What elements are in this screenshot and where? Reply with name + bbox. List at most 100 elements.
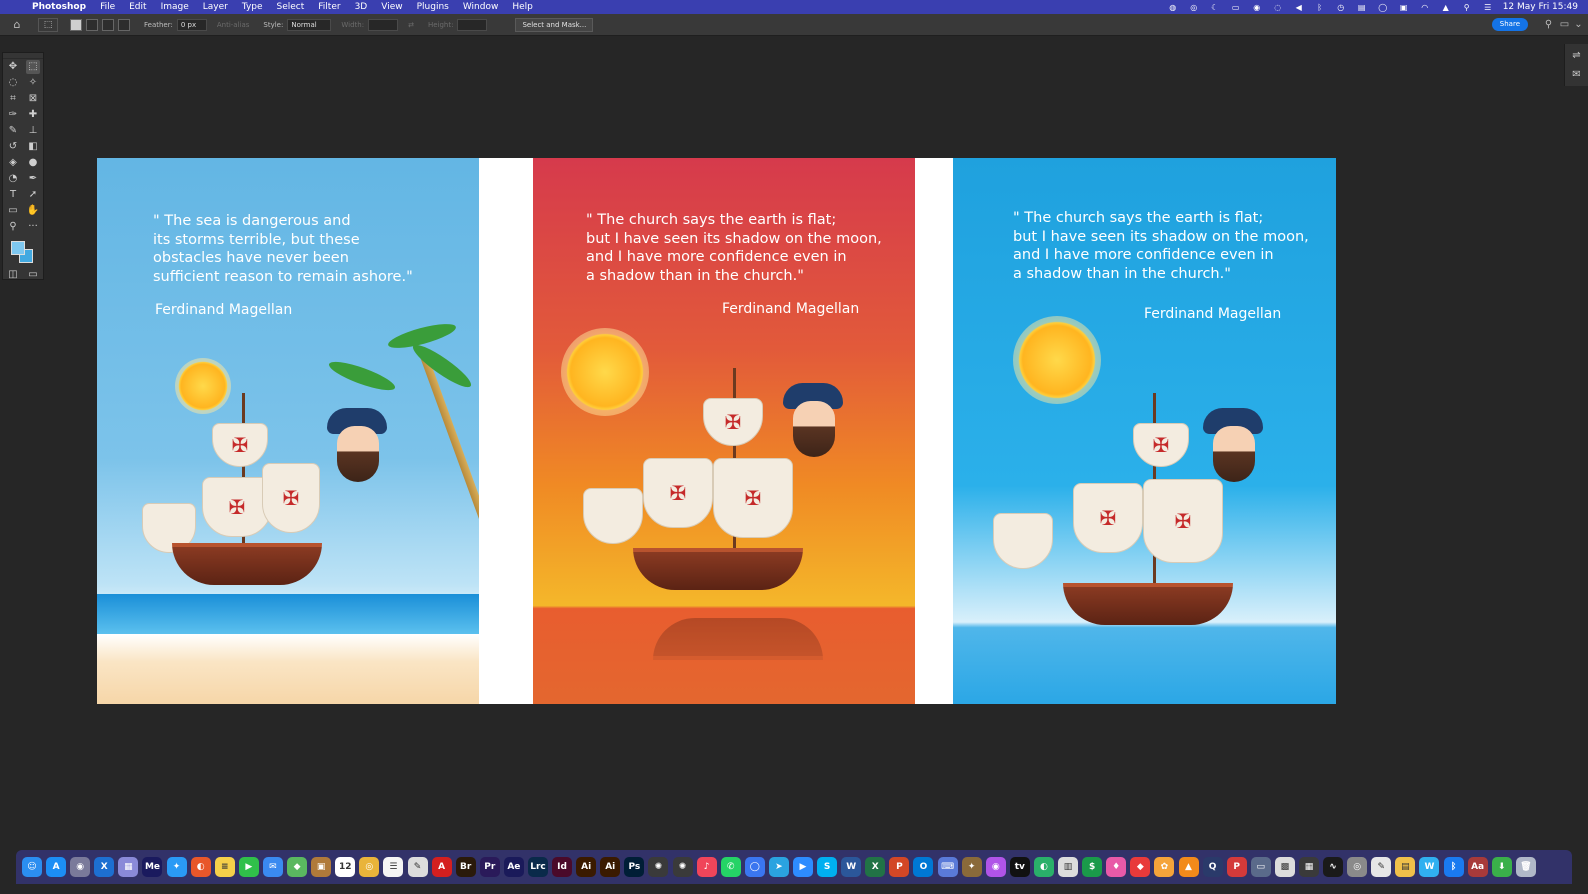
facetime-icon[interactable]: ▶ <box>238 857 259 877</box>
illustrator-icon[interactable]: Ai <box>576 857 597 877</box>
reminders-icon[interactable]: ☰ <box>383 857 404 877</box>
bridge-icon[interactable]: Br <box>455 857 476 877</box>
healing-brush-icon[interactable]: ✚ <box>26 108 40 122</box>
chrome-icon[interactable]: ◎ <box>359 857 380 877</box>
resolve-icon[interactable]: ✺ <box>672 857 693 877</box>
outlook-icon[interactable]: O <box>913 857 934 877</box>
word-icon[interactable]: W <box>841 857 862 877</box>
photos-icon[interactable]: ✿ <box>1154 857 1175 877</box>
comments-icon[interactable]: ✉ <box>1570 68 1584 82</box>
calculator-icon[interactable]: ▦ <box>1298 857 1319 877</box>
whatsapp-icon[interactable]: ✆ <box>720 857 741 877</box>
foreground-color-swatch[interactable] <box>11 241 25 255</box>
menu-type[interactable]: Type <box>242 2 263 12</box>
xcode-icon[interactable]: X <box>94 857 115 877</box>
proxyman-icon[interactable]: Q <box>1202 857 1223 877</box>
preview-icon[interactable]: ✎ <box>407 857 428 877</box>
bear-icon[interactable]: ▣ <box>311 857 332 877</box>
control-center-icon[interactable]: ☰ <box>1482 3 1494 12</box>
night-mode-icon[interactable]: ☾ <box>1209 3 1221 12</box>
paint-bucket-icon[interactable]: ◈ <box>6 156 20 170</box>
lasso-icon[interactable]: ◌ <box>6 76 20 90</box>
mail-icon[interactable]: ✉ <box>262 857 283 877</box>
powerpoint-icon[interactable]: P <box>889 857 910 877</box>
chess-icon[interactable]: ▩ <box>1274 857 1295 877</box>
marquee-tool-preset-icon[interactable]: ⬚ <box>38 17 58 32</box>
money-icon[interactable]: $ <box>1082 857 1103 877</box>
dodge-icon[interactable]: ◔ <box>6 172 20 186</box>
signal-icon[interactable]: ◯ <box>744 857 765 877</box>
podcasts-icon[interactable]: ◉ <box>985 857 1006 877</box>
vlc-icon[interactable]: ▲ <box>1178 857 1199 877</box>
menu-image[interactable]: Image <box>161 2 189 12</box>
bluetooth-status-icon[interactable]: ᛒ <box>1314 3 1326 12</box>
frame-icon[interactable]: ⊠ <box>26 92 40 106</box>
workspace-icon[interactable]: ▭ <box>1559 19 1570 30</box>
airplay-icon[interactable]: ▲ <box>1440 3 1452 12</box>
document-canvas[interactable]: " The sea is dangerous and its storms te… <box>97 158 1336 704</box>
history-brush-icon[interactable]: ↺ <box>6 140 20 154</box>
script-editor-icon[interactable]: ✎ <box>1371 857 1392 877</box>
time-machine-icon[interactable]: ◷ <box>1335 3 1347 12</box>
creative-cloud-icon[interactable]: ◍ <box>1167 3 1179 12</box>
zoom-icon[interactable]: ⚲ <box>6 220 20 234</box>
feather-input[interactable]: 0 px <box>176 18 207 31</box>
menu-layer[interactable]: Layer <box>203 2 228 12</box>
height-input[interactable] <box>457 18 488 31</box>
volume-icon[interactable]: ◀ <box>1293 3 1305 12</box>
display-icon[interactable]: ▭ <box>1230 3 1242 12</box>
cleanmymac-icon[interactable]: ▥ <box>1058 857 1079 877</box>
eraser-icon[interactable]: ◧ <box>26 140 40 154</box>
quick-mask-icon[interactable]: ◫ <box>6 268 20 282</box>
type-tool-icon[interactable]: T <box>6 188 20 202</box>
archive-icon[interactable]: ▤ <box>1395 857 1416 877</box>
after-effects-icon[interactable]: Ae <box>503 857 524 877</box>
acrobat-icon[interactable]: A <box>431 857 452 877</box>
photoshop-icon[interactable]: Ps <box>624 857 645 877</box>
menu-app-name[interactable]: Photoshop <box>32 2 86 12</box>
menu-window[interactable]: Window <box>463 2 499 12</box>
menu-3d[interactable]: 3D <box>355 2 368 12</box>
firefox-icon[interactable]: ◐ <box>190 857 211 877</box>
dictionary-icon[interactable]: Aa <box>1467 857 1488 877</box>
share-button[interactable]: Share <box>1491 18 1528 31</box>
steam-icon[interactable]: ✦ <box>961 857 982 877</box>
music-icon[interactable]: ♪ <box>696 857 717 877</box>
media-encoder-icon[interactable]: Me <box>142 857 163 877</box>
menu-filter[interactable]: Filter <box>318 2 340 12</box>
menubar-clock[interactable]: 12 May Fri 15:49 <box>1503 2 1578 12</box>
disk-utility-icon[interactable]: ◎ <box>1347 857 1368 877</box>
crop-icon[interactable]: ⌗ <box>6 92 20 106</box>
keyboard-icon[interactable]: ⌨ <box>937 857 958 877</box>
trash-icon[interactable]: 🗑 <box>1515 857 1536 877</box>
bluetooth-icon[interactable]: ᛒ <box>1443 857 1464 877</box>
brush-icon[interactable]: ✎ <box>6 124 20 138</box>
swap-icon[interactable]: ⇄ <box>408 21 414 29</box>
select-and-mask-button[interactable]: Select and Mask... <box>515 17 594 32</box>
search-icon[interactable]: ⚲ <box>1543 19 1554 30</box>
calendar-icon[interactable]: 12 <box>335 857 356 877</box>
cleaner-icon[interactable]: ♦ <box>1106 857 1127 877</box>
skype-icon[interactable]: S <box>817 857 838 877</box>
magic-wand-icon[interactable]: ✧ <box>26 76 40 90</box>
airdrop-icon[interactable]: ◌ <box>1272 3 1284 12</box>
menu-plugins[interactable]: Plugins <box>417 2 449 12</box>
illustrator-2-icon[interactable]: Ai <box>600 857 621 877</box>
setapp-icon[interactable]: ◆ <box>1130 857 1151 877</box>
menu-file[interactable]: File <box>100 2 115 12</box>
safari-icon[interactable]: ✦ <box>166 857 187 877</box>
maps-icon[interactable]: ◆ <box>287 857 308 877</box>
move-tool-icon[interactable]: ✥ <box>6 60 20 74</box>
menu-select[interactable]: Select <box>277 2 305 12</box>
wifi-icon[interactable]: ◠ <box>1419 3 1431 12</box>
home-icon[interactable]: ⌂ <box>10 18 24 32</box>
pdf-expert-icon[interactable]: P <box>1226 857 1247 877</box>
intersect-selection-icon[interactable] <box>118 18 130 31</box>
finder-icon[interactable]: ☺ <box>22 857 42 877</box>
screenshot-icon[interactable]: ▭ <box>1250 857 1271 877</box>
menu-view[interactable]: View <box>381 2 402 12</box>
indesign-icon[interactable]: Id <box>552 857 573 877</box>
user-icon[interactable]: ◯ <box>1377 3 1389 12</box>
downloads-icon[interactable]: ⬇ <box>1491 857 1512 877</box>
screen-icon[interactable]: ▣ <box>1398 3 1410 12</box>
